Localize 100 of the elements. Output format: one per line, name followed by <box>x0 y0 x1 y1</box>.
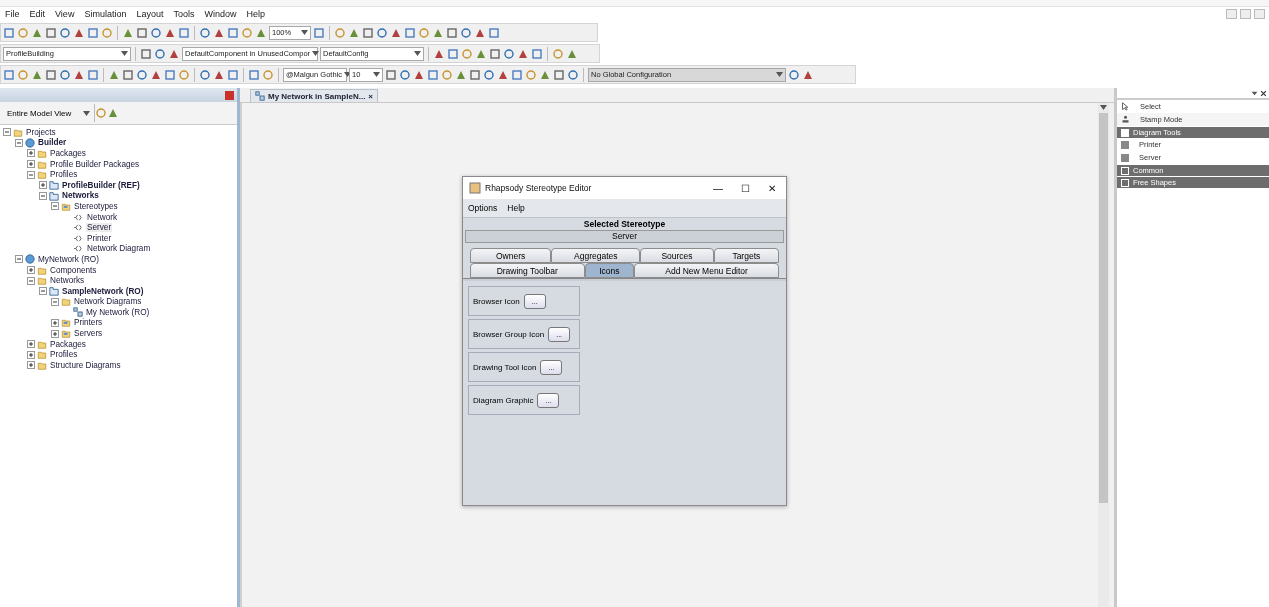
expand-icon[interactable] <box>51 329 59 338</box>
toolbar-icon[interactable] <box>59 68 71 81</box>
window-control-button[interactable]: ☐ <box>741 182 750 194</box>
toolbar-icon[interactable] <box>446 26 458 39</box>
tree-item[interactable]: MyNetwork (RO) <box>37 254 100 264</box>
toolbar-icon[interactable] <box>418 26 430 39</box>
toolbar-icon[interactable] <box>3 68 15 81</box>
expand-icon[interactable] <box>27 350 35 359</box>
toolbar-icon[interactable] <box>17 68 29 81</box>
menu-item[interactable]: Window <box>199 9 242 19</box>
toolbar-icon[interactable] <box>3 26 15 39</box>
toolbar-icon[interactable] <box>262 68 274 81</box>
toolbar-icon[interactable] <box>227 26 239 39</box>
menu-item[interactable]: View <box>50 9 80 19</box>
collapse-icon[interactable] <box>15 255 23 264</box>
collapse-icon[interactable] <box>51 297 59 306</box>
toolbar-icon[interactable] <box>95 107 107 119</box>
tab[interactable]: Aggregates <box>551 248 641 263</box>
toolbar-icon[interactable] <box>385 68 397 81</box>
close-icon[interactable] <box>1260 89 1267 97</box>
toolbar-icon[interactable] <box>17 26 29 39</box>
toolbar-icon[interactable] <box>45 26 57 39</box>
menu-item[interactable]: Options <box>463 203 503 213</box>
tree-item[interactable]: Printer <box>86 233 113 243</box>
menu-item[interactable]: Simulation <box>79 9 132 19</box>
toolbar-icon[interactable] <box>461 47 473 60</box>
toolbar-icon[interactable] <box>227 68 239 81</box>
collapse-icon[interactable] <box>15 138 23 147</box>
tab[interactable]: Icons <box>584 263 635 278</box>
tree-item[interactable]: Networks <box>49 276 86 286</box>
tree-item[interactable]: My Network (RO) <box>85 307 151 317</box>
tree-item[interactable]: Printers <box>73 318 104 328</box>
toolbar-icon[interactable] <box>404 26 416 39</box>
menu-item[interactable]: Edit <box>24 9 51 19</box>
toolbar-icon[interactable] <box>59 26 71 39</box>
tree-item[interactable]: Builder <box>37 138 68 148</box>
collapse-icon[interactable] <box>3 128 11 137</box>
menu-item[interactable]: Tools <box>168 9 200 19</box>
tree-item[interactable]: Network Diagram <box>86 244 152 254</box>
tab[interactable]: Add New Menu Editor <box>634 263 779 278</box>
toolbar-icon[interactable] <box>531 47 543 60</box>
tree-item[interactable]: Network Diagrams <box>73 297 143 307</box>
tree-item[interactable]: Profile Builder Packages <box>49 159 141 169</box>
expand-icon[interactable] <box>27 266 35 274</box>
toolbar-icon[interactable] <box>136 68 148 81</box>
scrollbar[interactable] <box>1098 103 1109 607</box>
menu-item[interactable]: Layout <box>131 9 169 19</box>
tree-item[interactable]: Networks <box>61 191 100 201</box>
window-control-button[interactable]: — <box>713 182 723 194</box>
toolbar-icon[interactable] <box>567 68 579 81</box>
toolbar-icon[interactable] <box>334 26 346 39</box>
expand-icon[interactable] <box>27 149 35 158</box>
toolbar-icon[interactable] <box>150 26 162 39</box>
toolbar-icon[interactable] <box>525 68 537 81</box>
toolbar-icon[interactable] <box>313 26 325 39</box>
tree-item[interactable]: SampleNetwork (RO) <box>61 286 145 296</box>
toolbar-icon[interactable] <box>140 47 152 60</box>
toolbar-icon[interactable] <box>788 68 800 81</box>
toolbar-icon[interactable] <box>460 26 472 39</box>
expand-icon[interactable] <box>27 160 35 169</box>
collapse-icon[interactable] <box>39 287 47 296</box>
toolbar-icon[interactable] <box>469 68 481 81</box>
collapse-icon[interactable] <box>51 202 59 211</box>
window-control-button[interactable]: ✕ <box>768 182 776 194</box>
toolbar-icon[interactable] <box>122 68 134 81</box>
toolbar-icon[interactable] <box>45 68 57 81</box>
tab-close-button[interactable]: × <box>368 91 374 101</box>
toolbar-icon[interactable] <box>178 26 190 39</box>
tree-item[interactable]: Packages <box>49 149 87 158</box>
toolbar-icon[interactable] <box>376 26 388 39</box>
tab[interactable]: Sources <box>640 248 714 263</box>
toolbar-icon[interactable] <box>447 47 459 60</box>
toolbar-icon[interactable] <box>483 68 495 81</box>
toolbar-icon[interactable] <box>101 26 113 39</box>
toolbar-icon[interactable] <box>136 26 148 39</box>
toolbar-icon[interactable] <box>107 107 119 119</box>
tree-item[interactable]: Structure Diagrams <box>49 360 122 370</box>
toolbar-icon[interactable] <box>241 26 253 39</box>
menu-item[interactable]: File <box>0 9 25 19</box>
tree-item[interactable]: Profiles <box>49 170 79 180</box>
tree-item[interactable]: Server <box>86 223 113 233</box>
toolbar-icon[interactable] <box>399 68 411 81</box>
expand-icon[interactable] <box>27 361 35 370</box>
toolbar-icon[interactable] <box>199 68 211 81</box>
toolbar-icon[interactable] <box>553 68 565 81</box>
menu-item[interactable]: Help <box>502 203 530 213</box>
tab[interactable]: Drawing Toolbar <box>470 263 585 278</box>
expand-icon[interactable] <box>39 181 47 190</box>
toolbar-icon[interactable] <box>489 47 501 60</box>
tree-item[interactable]: Network <box>86 212 119 222</box>
menu-item[interactable]: Help <box>241 9 270 19</box>
toolbar-icon[interactable] <box>199 26 211 39</box>
tree-item[interactable]: Profiles <box>49 350 79 360</box>
tab[interactable]: Owners <box>470 248 552 263</box>
tree-item[interactable]: Stereotypes <box>73 201 119 211</box>
toolbar-icon[interactable] <box>511 68 523 81</box>
tree-item[interactable]: Projects <box>25 127 57 137</box>
toolbar-icon[interactable] <box>441 68 453 81</box>
document-tab[interactable]: My Network in SampleN... × <box>250 89 379 102</box>
collapse-icon[interactable] <box>27 170 35 179</box>
